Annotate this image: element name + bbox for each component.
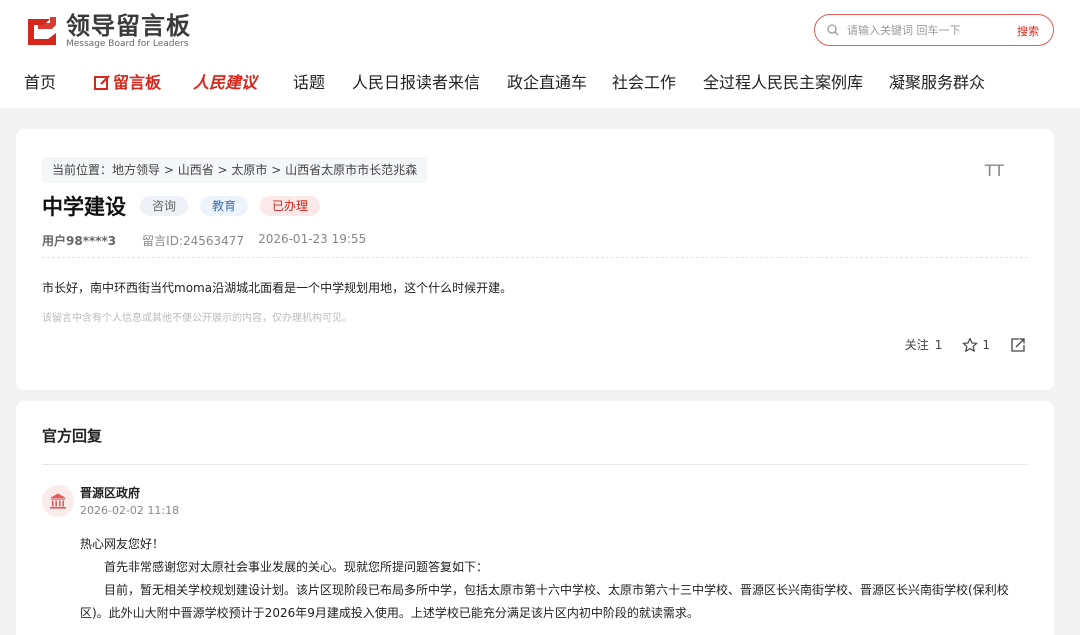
font-size-icon[interactable]: TT (985, 161, 1004, 180)
message-time: 2026-01-23 19:55 (258, 232, 367, 246)
breadcrumb: 当前位置： 地方领导 > 山西省 > 太原市 > 山西省太原市市长范兆森 (42, 157, 428, 183)
government-building-icon (42, 485, 74, 517)
logo-title: 领导留言板 (66, 11, 191, 40)
reply-section-title: 官方回复 (42, 427, 103, 445)
message-meta: 用户98****3 留言ID:24563477 2026-01-23 19:55 (42, 232, 366, 249)
nav-item-people-suggestion[interactable]: 人民建议 (193, 70, 257, 96)
share-button[interactable] (1010, 337, 1026, 353)
logo-subtitle: Message Board for Leaders (66, 38, 189, 49)
breadcrumb-taiyuan[interactable]: 太原市 (231, 157, 267, 183)
breadcrumb-prefix: 当前位置： (52, 163, 113, 177)
reply-paragraph: 首先非常感谢您对太原社会事业发展的关心。现就您所提问题答复如下： (104, 560, 489, 574)
nav-item-home[interactable]: 首页 (24, 70, 56, 96)
breadcrumb-shanxi[interactable]: 山西省 (178, 157, 214, 183)
follow-label: 关注 (904, 338, 929, 352)
title-row: 中学建设 咨询 教育 已办理 (42, 191, 321, 221)
reply-paragraph: 热心网友您好！ (80, 537, 165, 551)
star-button[interactable]: 1 (962, 337, 990, 353)
follow-button[interactable]: 关注 1 (905, 336, 943, 353)
reply-org: 晋源区政府 2026-02-02 11:18 (42, 485, 179, 517)
reply-date: 2026-02-02 11:18 (80, 504, 180, 517)
breadcrumb-mayor[interactable]: 山西省太原市市长范兆森 (285, 157, 417, 183)
breadcrumb-sep: > (267, 163, 286, 177)
search-input[interactable] (847, 23, 1007, 37)
nav-item-democracy-cases[interactable]: 全过程人民民主案例库 (703, 70, 863, 96)
status-badge: 已办理 (260, 196, 321, 216)
star-count: 1 (982, 337, 990, 352)
nav-item-social-work[interactable]: 社会工作 (612, 70, 676, 96)
divider (42, 464, 1028, 465)
nav-item-topics[interactable]: 话题 (293, 70, 325, 96)
star-icon (962, 337, 978, 353)
nav-item-message-board-label: 留言板 (113, 73, 162, 92)
nav-item-serve-masses[interactable]: 凝聚服务群众 (889, 70, 985, 96)
search-icon (819, 24, 847, 36)
site-header: 领导留言板 Message Board for Leaders 搜索 首页 留言… (0, 0, 1080, 108)
breadcrumb-local-leaders[interactable]: 地方领导 (112, 157, 160, 183)
reply-org-name: 晋源区政府 (80, 486, 141, 500)
divider (42, 257, 1028, 258)
official-reply-card: 官方回复 晋源区政府 2026-02-02 11:18 热心网友您好！ 首先非常… (16, 401, 1054, 635)
reply-body: 热心网友您好！ 首先非常感谢您对太原社会事业发展的关心。现就您所提问题答复如下：… (80, 533, 1030, 625)
tag-category: 教育 (200, 196, 249, 216)
tag-type: 咨询 (140, 196, 189, 216)
breadcrumb-sep: > (160, 163, 178, 177)
edit-icon (93, 74, 111, 92)
message-content: 市长好，南中环西街当代moma沿湖城北面看是一个中学规划用地，这个什么时候开建。 (42, 281, 513, 295)
breadcrumb-sep: > (213, 163, 232, 177)
follow-count: 1 (934, 337, 943, 352)
nav-item-enterprise-express[interactable]: 政企直通车 (507, 70, 587, 96)
reply-paragraph: 目前，暂无相关学校规划建设计划。该片区现阶段已布局多所中学，包括太原市第十六中学… (80, 583, 1009, 620)
share-icon (1010, 337, 1026, 353)
user-name: 用户98****3 (42, 234, 117, 248)
logo-mark-icon (24, 13, 60, 49)
search-button[interactable]: 搜索 (1017, 23, 1039, 39)
search-bar: 搜索 (814, 14, 1054, 46)
message-actions: 关注 1 1 (885, 336, 1026, 353)
nav-item-readers-letters[interactable]: 人民日报读者来信 (352, 70, 480, 96)
page-title: 中学建设 (42, 195, 126, 219)
message-id: 留言ID:24563477 (142, 234, 245, 248)
privacy-notice: 该留言中含有个人信息或其他不便公开展示的内容，仅办理机构可见。 (42, 313, 352, 324)
message-card: 当前位置： 地方领导 > 山西省 > 太原市 > 山西省太原市市长范兆森 TT … (16, 129, 1054, 390)
nav-item-message-board[interactable]: 留言板 (93, 70, 161, 96)
site-logo[interactable]: 领导留言板 Message Board for Leaders (24, 11, 191, 51)
